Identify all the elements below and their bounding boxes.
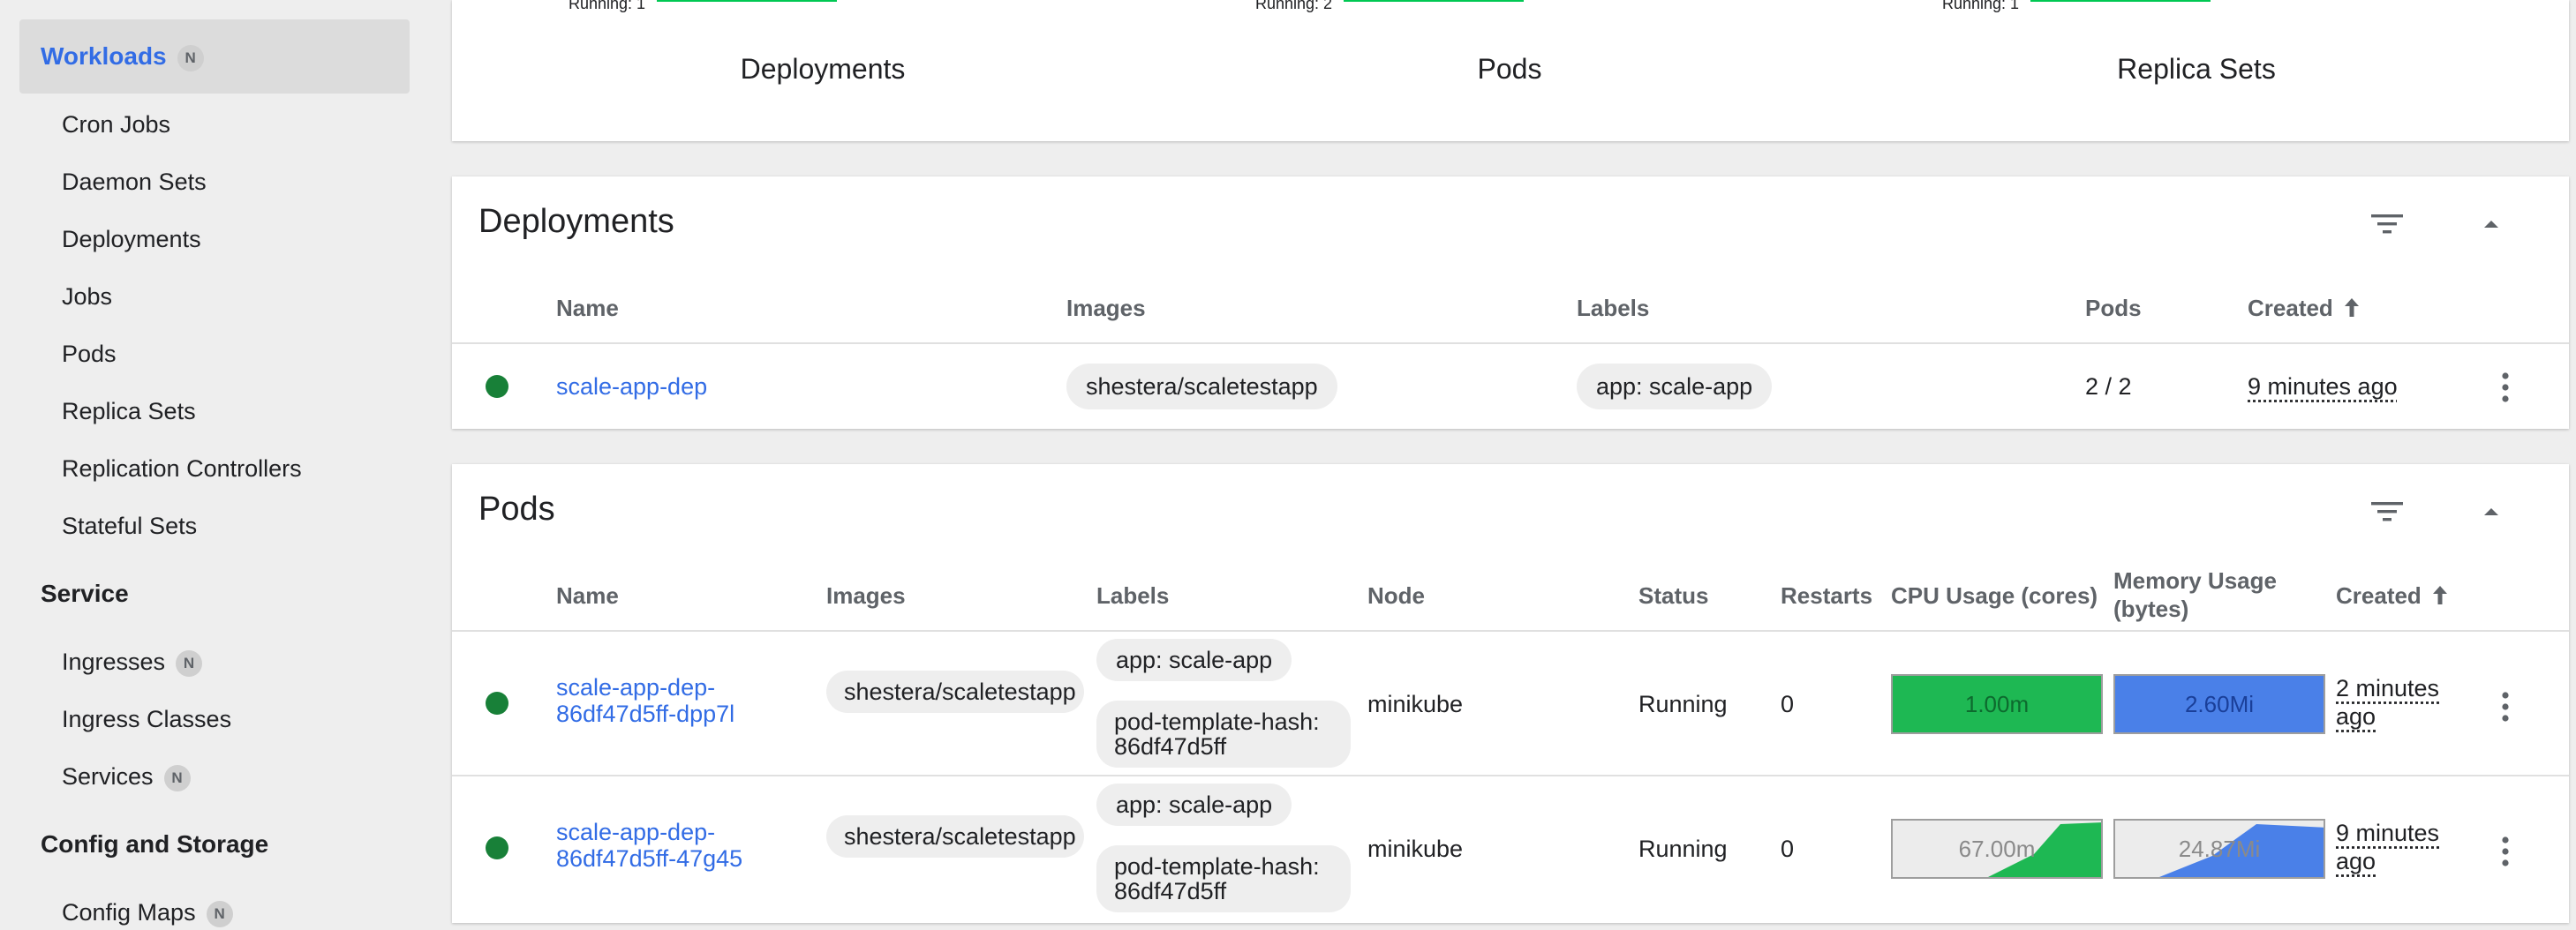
sidebar-item-replication-controllers[interactable]: Replication Controllers (62, 454, 302, 484)
node-name: minikube (1367, 691, 1464, 717)
row-divider (452, 775, 2569, 776)
column-header-node: Node (1367, 582, 1425, 609)
label-chip: app: scale-app (1096, 784, 1292, 826)
filter-icon[interactable] (2369, 210, 2405, 238)
label-chip: app: scale-app (1096, 639, 1292, 681)
pods-running-line (1344, 0, 1524, 2)
memory-usage-value: 24.87Mi (2178, 836, 2261, 862)
sidebar-item-ingresses[interactable]: Ingresses N (62, 647, 203, 677)
cpu-usage-sparkline: 1.00m (1891, 674, 2103, 734)
sidebar-item-services[interactable]: Services N (62, 761, 191, 791)
more-vert-icon[interactable] (2500, 835, 2511, 868)
column-header-pods: Pods (2085, 295, 2142, 321)
sort-ascending-icon (2433, 586, 2448, 604)
column-header-images: Images (1066, 295, 1146, 321)
summary-pods-label: Pods (1477, 53, 1542, 85)
namespaced-badge: N (163, 765, 191, 791)
status-ok-icon (486, 375, 508, 398)
replica-sets-running-line (2030, 0, 2211, 2)
sidebar-section-config-storage[interactable]: Config and Storage (41, 829, 268, 859)
sidebar-item-pods[interactable]: Pods (62, 339, 117, 369)
namespaced-badge: N (206, 901, 233, 927)
column-header-name[interactable]: Name (556, 581, 619, 610)
namespaced-badge: N (176, 650, 203, 677)
cpu-usage-value: 67.00m (1958, 836, 2036, 862)
pod-status: Running (1638, 691, 1728, 717)
label-chip: pod-template-hash: 86df47d5ff (1096, 701, 1351, 768)
node-name: minikube (1367, 836, 1464, 862)
memory-usage-sparkline: 2.60Mi (2113, 674, 2325, 734)
collapse-icon[interactable] (2481, 214, 2502, 235)
pods-card: Pods Name Images Labels Node Status Rest… (452, 464, 2569, 923)
image-chip: shestera/scaletestapp (826, 815, 1084, 858)
workload-status-card: Running: 1 Deployments Running: 2 Pods R… (452, 0, 2569, 141)
sidebar-item-deployments[interactable]: Deployments (62, 224, 201, 254)
header-divider (452, 630, 2569, 632)
cpu-usage-value: 1.00m (1964, 691, 2030, 717)
column-header-memory: Memory Usage (bytes) (2113, 567, 2277, 622)
restart-count: 0 (1781, 691, 1795, 717)
image-chip: shestera/scaletestapp (1066, 364, 1337, 409)
filter-icon[interactable] (2369, 498, 2405, 526)
sidebar-item-daemon-sets[interactable]: Daemon Sets (62, 167, 207, 197)
restart-count: 0 (1781, 836, 1795, 862)
deployments-running-line (657, 0, 837, 2)
label-chip: app: scale-app (1577, 364, 1773, 409)
created-age: 2 minutes ago (2336, 675, 2440, 730)
more-vert-icon[interactable] (2500, 371, 2511, 404)
memory-usage-sparkline: 24.87Mi (2113, 819, 2325, 879)
column-header-cpu: CPU Usage (cores) (1891, 582, 2098, 609)
cpu-usage-sparkline: 67.00m (1891, 819, 2103, 879)
column-header-name[interactable]: Name (556, 294, 619, 322)
column-header-restarts: Restarts (1781, 582, 1873, 609)
header-divider (452, 342, 2569, 344)
status-ok-icon (486, 692, 508, 715)
sidebar-item-cron-jobs[interactable]: Cron Jobs (62, 109, 170, 139)
deployments-running-count: Running: 1 (569, 0, 646, 12)
deployments-title: Deployments (478, 203, 674, 240)
pods-title: Pods (478, 491, 555, 528)
label-chip: pod-template-hash: 86df47d5ff (1096, 845, 1351, 912)
pod-name-link[interactable]: scale-app-dep-86df47d5ff-47g45 (556, 819, 761, 872)
summary-deployments-label: Deployments (740, 53, 906, 85)
sort-ascending-icon (2345, 298, 2360, 317)
created-age: 9 minutes ago (2336, 820, 2440, 874)
sidebar-item-stateful-sets[interactable]: Stateful Sets (62, 511, 197, 541)
column-header-status: Status (1638, 582, 1709, 609)
summary-replica-sets-label: Replica Sets (2117, 53, 2276, 85)
namespaced-badge: N (177, 45, 204, 71)
pods-running-count: Running: 2 (1255, 0, 1333, 12)
sidebar: Workloads N Cron Jobs Daemon Sets Deploym… (0, 0, 427, 930)
column-header-created[interactable]: Created (2248, 294, 2361, 322)
column-header-labels: Labels (1577, 295, 1650, 321)
column-header-created[interactable]: Created (2336, 581, 2449, 610)
deployments-card: Deployments Name Images Labels Pods Crea… (452, 176, 2569, 429)
memory-usage-value: 2.60Mi (2184, 691, 2255, 717)
status-ok-icon (486, 836, 508, 859)
sidebar-item-replica-sets[interactable]: Replica Sets (62, 396, 196, 426)
sidebar-item-ingress-classes[interactable]: Ingress Classes (62, 704, 231, 734)
sidebar-section-service[interactable]: Service (41, 579, 129, 609)
pod-name-link[interactable]: scale-app-dep-86df47d5ff-dpp7l (556, 674, 761, 727)
collapse-icon[interactable] (2481, 501, 2502, 522)
deployment-name-link[interactable]: scale-app-dep (556, 373, 707, 400)
replica-sets-running-count: Running: 1 (1942, 0, 2020, 12)
column-header-images: Images (826, 582, 906, 609)
pods-count: 2 / 2 (2085, 373, 2132, 400)
image-chip: shestera/scaletestapp (826, 671, 1084, 713)
sidebar-item-config-maps[interactable]: Config Maps N (62, 897, 233, 927)
more-vert-icon[interactable] (2500, 690, 2511, 724)
sidebar-workloads-label[interactable]: Workloads N (41, 41, 204, 71)
created-age: 9 minutes ago (2248, 373, 2398, 400)
sidebar-item-jobs[interactable]: Jobs (62, 281, 112, 311)
pod-status: Running (1638, 836, 1728, 862)
column-header-labels: Labels (1096, 582, 1170, 609)
